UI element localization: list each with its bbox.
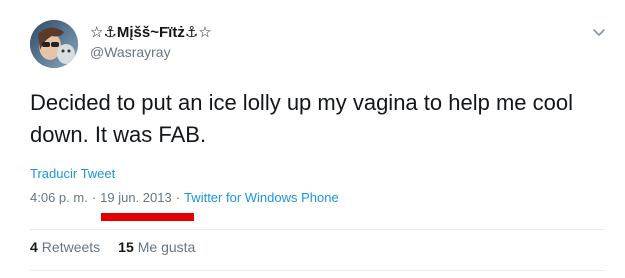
meta-separator-2: · (175, 190, 181, 205)
retweets-label: Retweets (41, 239, 101, 255)
avatar-image (30, 20, 78, 68)
date-highlight-underline (101, 213, 194, 221)
author-name[interactable]: ☆⚓Mįšš~Fïtż⚓☆ (90, 23, 212, 41)
tweet-source-link[interactable]: Twitter for Windows Phone (184, 190, 339, 205)
bottom-divider (30, 270, 605, 271)
author-handle[interactable]: @Wasrayray (90, 44, 171, 60)
likes-count: 15 (118, 239, 134, 255)
tweet-stats: 4 Retweets 15 Me gusta (30, 239, 195, 255)
retweets-count: 4 (30, 239, 38, 255)
likes-stat[interactable]: 15 Me gusta (118, 239, 195, 255)
divider (30, 229, 605, 230)
tweet-time[interactable]: 4:06 p. m. (30, 190, 88, 205)
display-name[interactable]: ☆⚓Mįšš~Fïtż⚓☆ (90, 23, 212, 41)
translate-tweet-link[interactable]: Traducir Tweet (30, 166, 115, 181)
tweet-date[interactable]: 19 jun. 2013 (100, 190, 172, 205)
likes-label: Me gusta (137, 239, 196, 255)
chevron-down-icon[interactable] (591, 24, 607, 40)
meta-separator: · (91, 190, 97, 205)
retweets-stat[interactable]: 4 Retweets (30, 239, 100, 255)
tweet-text: Decided to put an ice lolly up my vagina… (30, 90, 573, 147)
tweet-metadata: 4:06 p. m. · 19 jun. 2013 · Twitter for … (30, 190, 339, 205)
tweet-card: ☆⚓Mįšš~Fïtż⚓☆ @Wasrayray Decided to put … (0, 0, 625, 278)
avatar[interactable] (30, 20, 78, 68)
